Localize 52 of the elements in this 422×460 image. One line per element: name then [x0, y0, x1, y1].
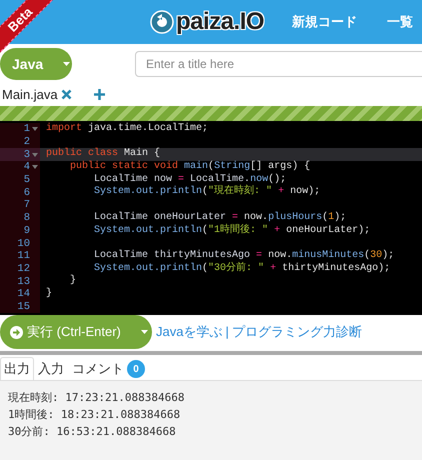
code-line: } — [69, 275, 76, 286]
output-tab[interactable]: コメント 0 — [68, 357, 149, 380]
code-line: LocalTime oneHourLater = now.plusHours(1); — [93, 212, 346, 223]
line-number: 15 — [17, 300, 30, 313]
code-line: } — [46, 288, 52, 299]
code-line: import java.time.LocalTime; — [46, 123, 208, 134]
code-line: System.out.println("1時間後: " + oneHourLater); — [93, 224, 370, 236]
code-line: System.out.println("30分前: " + thirtyMinutesAgo); — [93, 262, 390, 274]
line-number: 3 — [24, 148, 30, 161]
output-line: 1時間後: 18:23:21.088384668 — [8, 408, 182, 422]
fold-icon[interactable] — [32, 152, 38, 157]
line-number: 9 — [24, 224, 30, 237]
output-tab[interactable]: 出力 — [0, 357, 34, 380]
code-line: public static void main(String[] args) { — [69, 161, 310, 172]
code-line: public class Main { — [46, 148, 160, 160]
fold-icon[interactable] — [32, 127, 38, 132]
code-line: LocalTime thirtyMinutesAgo = now.minusMinutes(30); — [93, 250, 394, 261]
separator-text: | — [224, 324, 230, 340]
plus-icon[interactable] — [94, 88, 105, 100]
nav-link[interactable]: 一覧 — [387, 13, 414, 31]
logo-text[interactable]: paiza.IO — [176, 8, 264, 36]
logo-icon — [150, 10, 174, 34]
output-tab[interactable]: 入力 — [34, 357, 68, 380]
output-line: 30分前: 16:53:21.088384668 — [8, 425, 177, 438]
line-number: 13 — [17, 276, 30, 288]
line-number: 2 — [24, 136, 30, 148]
link[interactable]: Javaを学ぶ — [156, 324, 222, 340]
arrow-circle-icon — [10, 326, 23, 339]
output-line: 現在時刻: 17:23:21.088384668 — [8, 391, 186, 404]
file-tab[interactable]: Main.java — [0, 86, 72, 102]
language-button[interactable]: Java — [0, 48, 72, 80]
nav-link[interactable]: 新規コード — [292, 13, 358, 31]
line-number: 10 — [17, 238, 30, 250]
code-line: System.out.println("現在時刻: " + now); — [93, 186, 320, 198]
close-icon[interactable] — [60, 88, 72, 100]
line-number: 4 — [24, 161, 30, 174]
caret-icon — [140, 330, 148, 334]
count-badge: 0 — [127, 360, 145, 378]
line-number: 8 — [24, 212, 30, 224]
code-line: LocalTime now = LocalTime.now(); — [93, 174, 286, 185]
line-number: 6 — [24, 186, 30, 199]
title-field[interactable]: Enter a title here — [135, 51, 422, 77]
line-number: 1 — [24, 123, 30, 136]
link[interactable]: プログラミング力診断 — [232, 324, 362, 340]
caret-icon — [63, 62, 70, 66]
line-number: 11 — [17, 250, 30, 262]
run-button[interactable]: 実行 (Ctrl-Enter) — [0, 315, 152, 350]
line-number: 5 — [24, 174, 30, 186]
line-number: 7 — [24, 199, 30, 212]
fold-icon[interactable] — [32, 165, 38, 170]
line-number: 12 — [17, 262, 30, 275]
line-number: 14 — [17, 288, 30, 300]
